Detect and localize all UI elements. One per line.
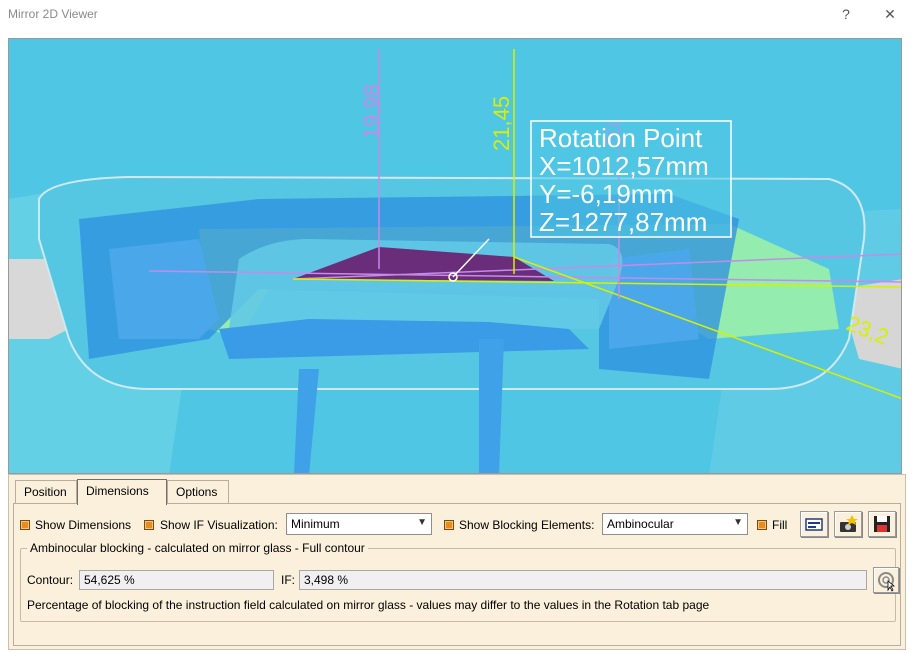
group-title: Ambinocular blocking - calculated on mir… [27,541,368,555]
if-visualization-value: Minimum [291,517,340,531]
blocking-result-group: Ambinocular blocking - calculated on mir… [20,541,899,622]
fill-label: Fill [772,518,788,532]
rotation-point-x: X=1012,57mm [539,151,709,181]
rotation-point-z: Z=1277,87mm [539,207,707,237]
fill-checkbox[interactable] [757,520,767,530]
tab-options[interactable]: Options [167,480,229,504]
if-field[interactable]: 3,498 % [299,570,867,590]
refresh-button[interactable] [873,567,899,593]
blocking-elements-value: Ambinocular [607,517,674,531]
show-if-visualization-label: Show IF Visualization: [160,518,278,532]
help-button[interactable]: ? [834,3,858,25]
tab-dimensions[interactable]: Dimensions [77,479,167,505]
close-button[interactable]: ✕ [878,3,902,25]
refresh-icon [878,572,896,592]
if-label: IF: [281,573,295,587]
left-blocking-element [109,239,219,339]
settings-panel: Position Dimensions Options Show Dimensi… [8,474,906,650]
save-disk-icon [874,516,890,532]
capture-button[interactable] [834,511,862,537]
tab-position[interactable]: Position [15,480,77,504]
show-dimensions-checkbox[interactable] [20,520,30,530]
show-blocking-elements-label: Show Blocking Elements: [459,518,595,532]
blocking-elements-select[interactable]: Ambinocular ▼ [602,513,748,535]
contour-label: Contour: [27,573,74,587]
contour-field[interactable]: 54,625 % [79,570,274,590]
display-settings-button[interactable] [800,511,828,537]
viewer-scene: 19,98 21,45 29 23,2 Rotation Point X=101… [9,49,901,473]
display-settings-icon [805,518,823,531]
mirror-viewer-canvas[interactable]: 19,98 21,45 29 23,2 Rotation Point X=101… [8,38,902,474]
if-visualization-select[interactable]: Minimum ▼ [286,513,432,535]
blocking-note: Percentage of blocking of the instructio… [27,598,710,612]
show-blocking-elements-checkbox[interactable] [444,520,454,530]
capture-camera-icon [840,515,858,532]
dimensions-tab-content: Show Dimensions Show IF Visualization: M… [13,503,901,646]
show-dimensions-label: Show Dimensions [35,518,132,532]
save-button[interactable] [868,511,896,537]
rotation-point-title: Rotation Point [539,123,703,153]
chevron-down-icon: ▼ [417,517,427,528]
show-if-visualization-checkbox[interactable] [144,520,154,530]
dimension-label-21: 21,45 [489,96,514,151]
title-bar: Mirror 2D Viewer ? ✕ [0,0,916,28]
window-title: Mirror 2D Viewer [8,7,98,21]
rotation-point-y: Y=-6,19mm [539,179,674,209]
dimension-label-19: 19,98 [359,84,384,139]
post-right [479,339,504,473]
chevron-down-icon: ▼ [733,517,743,528]
